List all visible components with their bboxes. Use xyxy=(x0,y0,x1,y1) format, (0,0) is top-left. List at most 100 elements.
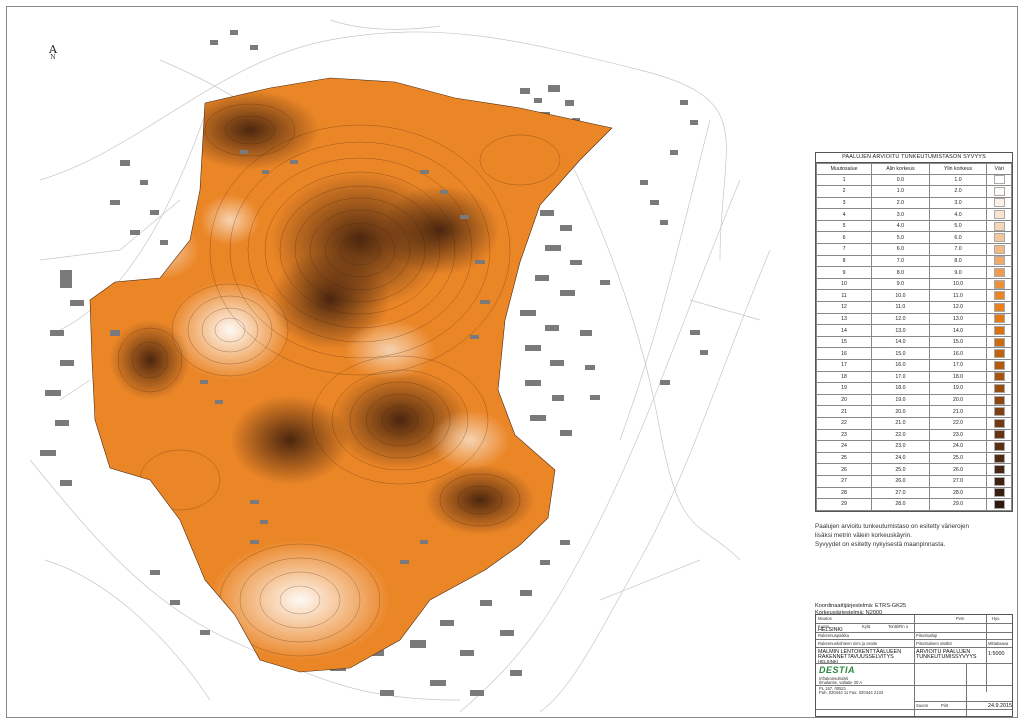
legend-cell-low: 17.0 xyxy=(871,370,930,384)
legend-cell-id: 18 xyxy=(815,370,873,384)
legend-header: Alin korkeus xyxy=(871,163,930,175)
legend-cell-low: 1.0 xyxy=(871,185,930,198)
legend-cell-high: 13.0 xyxy=(928,312,988,326)
legend-cell-id: 3 xyxy=(815,196,873,210)
legend-cell-color xyxy=(986,173,1012,187)
tontti-label: Tontti/Rn o xyxy=(888,624,909,629)
legend-cell-high: 8.0 xyxy=(928,254,988,268)
legend-cell-high: 27.0 xyxy=(928,474,988,488)
legend-cell-high: 11.0 xyxy=(928,289,988,303)
legend-cell-color xyxy=(986,393,1012,407)
legend-cell-color xyxy=(986,370,1012,384)
legend-cell-low: 4.0 xyxy=(871,219,930,233)
note-line: lisäksi metrin välein korkeuskäyrin. xyxy=(815,532,912,539)
legend-cell-id: 23 xyxy=(815,428,873,442)
legend-cell-low: 7.0 xyxy=(871,254,930,268)
hyv-label: Hyv. xyxy=(992,616,1001,621)
legend-cell-low: 11.0 xyxy=(871,301,930,314)
legend-cell-low: 3.0 xyxy=(871,208,930,221)
legend-cell-low: 22.0 xyxy=(871,428,930,442)
legend-row: 20 19.0 20.0 xyxy=(815,393,1012,407)
legend-cell-high: 6.0 xyxy=(928,231,988,245)
legend-cell-id: 1 xyxy=(815,173,873,187)
legend-row: 26 25.0 26.0 xyxy=(815,463,1012,476)
legend-title: PAALUJEN ARVIOITU TUNKEUTUMISTASON SYVYY… xyxy=(816,153,1012,163)
legend-cell-high: 4.0 xyxy=(928,208,988,221)
legend-cell-id: 14 xyxy=(815,324,873,337)
piirt-label: Piirt xyxy=(941,703,949,708)
legend-cell-id: 28 xyxy=(815,486,873,500)
legend-color-swatch xyxy=(993,372,1005,382)
legend-cell-id: 5 xyxy=(815,219,873,233)
legend-cell-id: 13 xyxy=(815,312,873,326)
legend-cell-id: 7 xyxy=(815,243,873,256)
legend-cell-high: 24.0 xyxy=(928,440,988,453)
legend-cell-color xyxy=(986,428,1012,442)
legend-row: 8 7.0 8.0 xyxy=(815,254,1012,268)
legend-cell-color xyxy=(986,277,1012,291)
kyla-label: Kylä xyxy=(862,624,871,629)
legend-cell-color xyxy=(986,301,1012,314)
legend-row: 11 10.0 11.0 xyxy=(815,289,1012,303)
legend-cell-low: 10.0 xyxy=(871,289,930,303)
legend-cell-high: 1.0 xyxy=(928,173,988,187)
legend-cell-high: 10.0 xyxy=(928,277,988,291)
legend-cell-color xyxy=(986,474,1012,488)
legend-cell-color xyxy=(986,440,1012,453)
legend-cell-color xyxy=(986,196,1012,210)
legend-cell-high: 20.0 xyxy=(928,393,988,407)
legend-color-swatch xyxy=(993,430,1005,440)
legend-row: 3 2.0 3.0 xyxy=(815,196,1012,210)
legend-row: 9 8.0 9.0 xyxy=(815,266,1012,279)
legend-cell-high: 5.0 xyxy=(928,219,988,233)
legend-cell-color xyxy=(986,451,1012,465)
legend-color-swatch xyxy=(993,279,1005,289)
legend-color-swatch xyxy=(993,418,1005,428)
legend-cell-low: 25.0 xyxy=(871,463,930,476)
legend-row: 27 26.0 27.0 xyxy=(815,474,1012,488)
legend-cell-id: 12 xyxy=(815,301,873,314)
legend-cell-id: 10 xyxy=(815,277,873,291)
legend-cell-color xyxy=(986,231,1012,245)
legend-color-swatch xyxy=(993,407,1005,417)
sisalto-line-2: TUNKEUTUMISSYVYYS xyxy=(916,654,977,660)
legend-cell-low: 15.0 xyxy=(871,347,930,360)
legend-cell-id: 24 xyxy=(815,440,873,453)
legend-row: 5 4.0 5.0 xyxy=(815,219,1012,233)
legend-cell-id: 15 xyxy=(815,335,873,349)
legend-color-swatch xyxy=(993,314,1005,324)
legend-color-swatch xyxy=(993,395,1005,405)
legend-header-row: Muutosalue Alin korkeus Ylin korkeus Vär… xyxy=(815,163,1012,175)
title-block: Muutos Pvm Hyv. Kunta HELSINKI Kylä Tont… xyxy=(815,614,1013,717)
legend-row: 10 9.0 10.0 xyxy=(815,277,1012,291)
sisalto-label: Piirustuksen sisältö xyxy=(916,641,952,646)
legend-cell-id: 4 xyxy=(815,208,873,221)
legend-cell-high: 23.0 xyxy=(928,428,988,442)
legend-cell-high: 3.0 xyxy=(928,196,988,210)
destia-logo: DESTIA xyxy=(819,665,856,675)
drawing-date: 24.9.2015 xyxy=(988,703,1012,709)
legend-cell-id: 9 xyxy=(815,266,873,279)
legend-row: 2 1.0 2.0 xyxy=(815,185,1012,198)
legend-cell-low: 16.0 xyxy=(871,359,930,372)
project-line-3: HELSINKI xyxy=(818,659,839,664)
legend-cell-high: 26.0 xyxy=(928,463,988,476)
legend-rows: 1 0.0 1.0 2 1.0 2.0 3 2.0 3.0 4 3.0 4.0 5 4.0 5.0 6 5.0 6… xyxy=(815,173,1012,511)
legend-cell-color xyxy=(986,486,1012,500)
legend-row: 21 20.0 21.0 xyxy=(815,405,1012,418)
legend-cell-high: 28.0 xyxy=(928,486,988,500)
legend-cell-color xyxy=(986,208,1012,221)
legend-cell-low: 21.0 xyxy=(871,416,930,430)
legend-cell-high: 9.0 xyxy=(928,266,988,279)
legend-cell-id: 8 xyxy=(815,254,873,268)
legend-cell-id: 20 xyxy=(815,393,873,407)
legend-cell-color xyxy=(986,312,1012,326)
legend-cell-id: 19 xyxy=(815,382,873,395)
legend-cell-low: 28.0 xyxy=(871,498,930,511)
legend-row: 22 21.0 22.0 xyxy=(815,416,1012,430)
legend-color-swatch xyxy=(993,198,1005,208)
legend-cell-high: 2.0 xyxy=(928,185,988,198)
legend-cell-color xyxy=(986,219,1012,233)
legend-row: 13 12.0 13.0 xyxy=(815,312,1012,326)
legend-color-swatch xyxy=(993,302,1005,312)
